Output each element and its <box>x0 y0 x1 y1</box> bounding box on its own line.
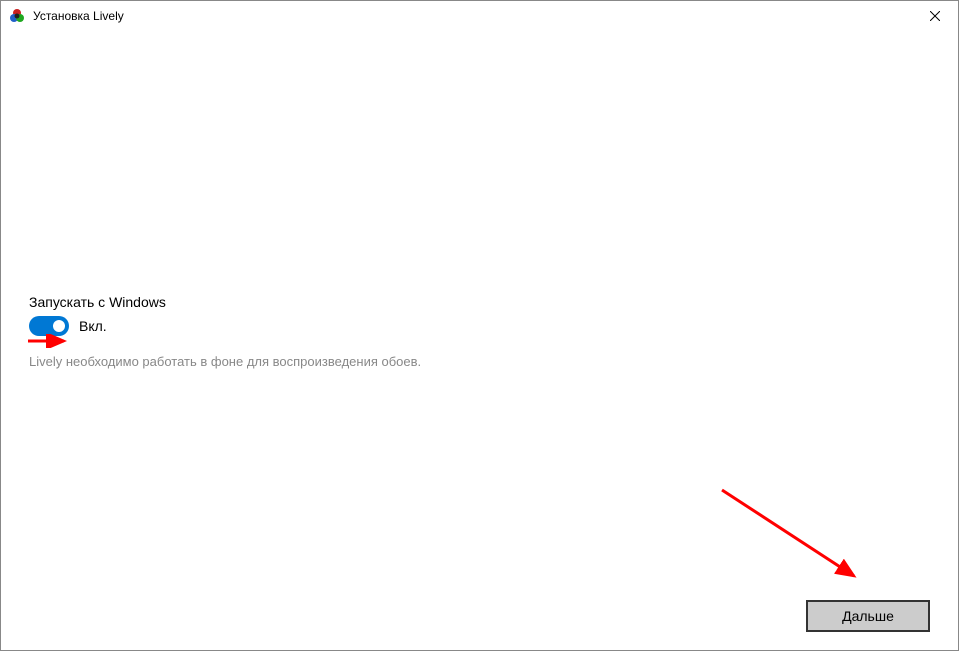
next-button-label: Дальше <box>842 608 894 624</box>
toggle-row: Вкл. <box>29 316 421 336</box>
close-button[interactable] <box>912 1 958 31</box>
setting-title: Запускать с Windows <box>29 294 421 310</box>
content-area: Запускать с Windows Вкл. Lively необходи… <box>29 294 421 369</box>
app-icon <box>9 8 25 24</box>
titlebar: Установка Lively <box>1 1 958 31</box>
annotation-arrow-large <box>712 482 872 592</box>
close-icon <box>930 11 940 21</box>
next-button[interactable]: Дальше <box>806 600 930 632</box>
toggle-state-label: Вкл. <box>79 318 107 334</box>
window-title: Установка Lively <box>33 9 124 23</box>
toggle-knob <box>53 320 65 332</box>
setting-description: Lively необходимо работать в фоне для во… <box>29 354 421 369</box>
startup-toggle[interactable] <box>29 316 69 336</box>
